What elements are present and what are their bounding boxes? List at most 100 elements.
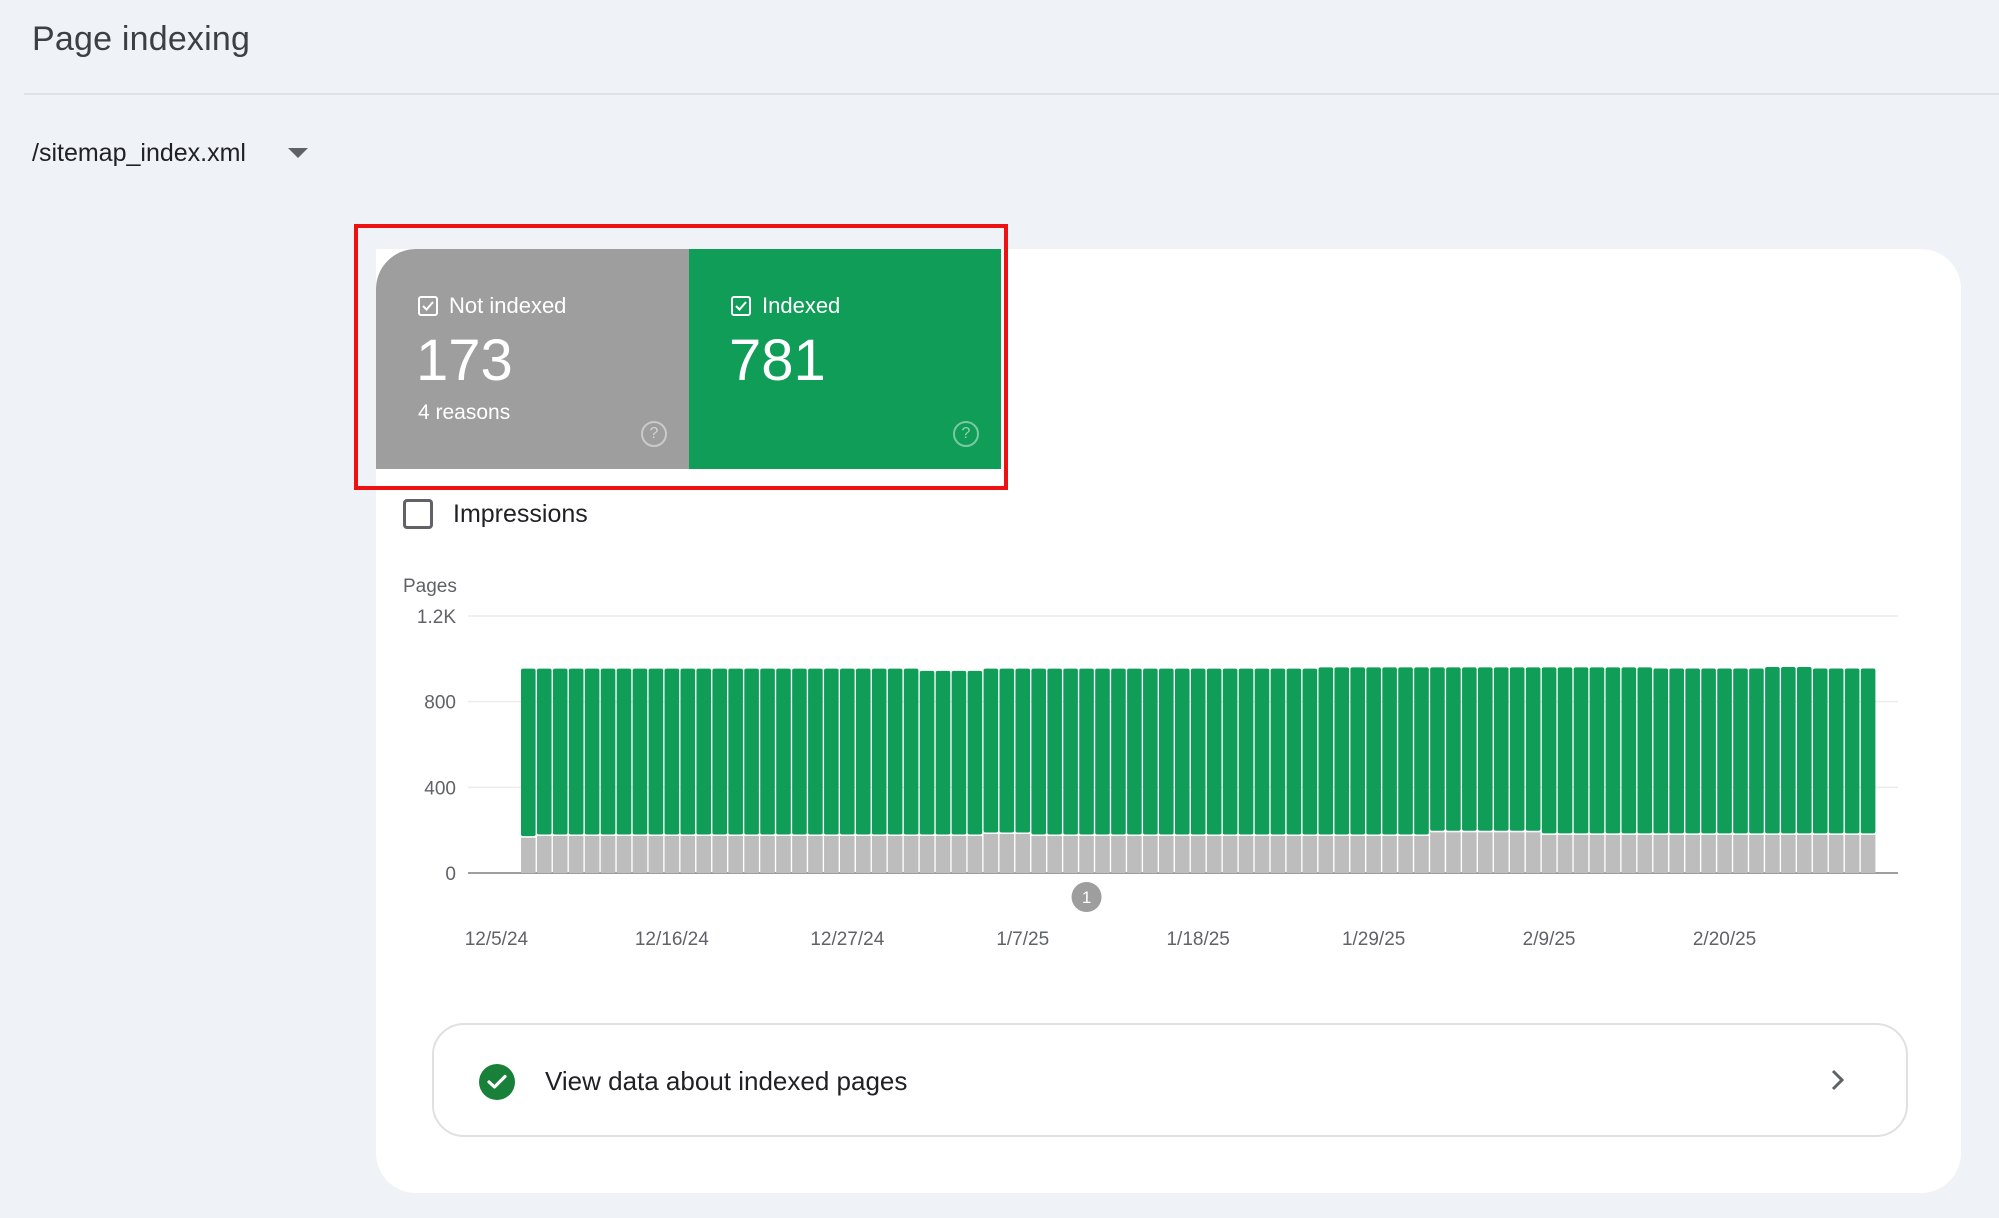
bar-indexed[interactable] [1797, 666, 1812, 834]
bar-indexed[interactable] [1174, 668, 1190, 835]
bar-not-indexed[interactable] [1525, 832, 1541, 873]
bar-not-indexed[interactable] [1063, 835, 1078, 873]
bar-indexed[interactable] [1589, 667, 1605, 834]
bar-indexed[interactable] [983, 668, 999, 833]
bar-not-indexed[interactable] [1573, 834, 1589, 873]
bar-indexed[interactable] [1781, 666, 1796, 834]
bar-indexed[interactable] [887, 668, 903, 835]
bar-indexed[interactable] [600, 668, 616, 835]
not-indexed-tile[interactable]: Not indexed 173 4 reasons ? [376, 249, 689, 469]
bar-not-indexed[interactable] [536, 835, 552, 873]
bar-indexed[interactable] [1430, 667, 1445, 831]
bar-indexed[interactable] [632, 668, 648, 835]
bar-not-indexed[interactable] [999, 834, 1015, 873]
bar-not-indexed[interactable] [1669, 834, 1684, 873]
bar-not-indexed[interactable] [1781, 834, 1796, 873]
bar-not-indexed[interactable] [1270, 835, 1286, 873]
bar-not-indexed[interactable] [1462, 832, 1477, 873]
bar-not-indexed[interactable] [760, 835, 775, 873]
bar-indexed[interactable] [1733, 668, 1748, 834]
bar-indexed[interactable] [1238, 668, 1254, 835]
bar-not-indexed[interactable] [664, 835, 680, 873]
bar-indexed[interactable] [999, 668, 1015, 833]
bar-not-indexed[interactable] [616, 835, 632, 873]
bar-not-indexed[interactable] [1621, 834, 1637, 873]
bar-indexed[interactable] [1844, 668, 1860, 834]
bar-indexed[interactable] [1509, 667, 1525, 831]
bar-not-indexed[interactable] [1541, 834, 1557, 873]
bar-indexed[interactable] [1717, 668, 1732, 834]
bar-not-indexed[interactable] [1095, 835, 1110, 873]
bar-indexed[interactable] [1063, 668, 1078, 835]
bar-not-indexed[interactable] [1286, 835, 1302, 873]
bar-not-indexed[interactable] [1717, 834, 1732, 873]
bar-indexed[interactable] [808, 668, 823, 835]
bar-not-indexed[interactable] [584, 835, 600, 873]
bar-indexed[interactable] [1159, 668, 1174, 835]
bar-indexed[interactable] [568, 668, 584, 835]
bar-indexed[interactable] [584, 668, 600, 835]
bar-not-indexed[interactable] [840, 835, 855, 873]
bar-not-indexed[interactable] [919, 835, 935, 873]
bar-not-indexed[interactable] [1812, 834, 1828, 873]
bar-indexed[interactable] [1127, 668, 1142, 835]
bar-not-indexed[interactable] [1653, 834, 1669, 873]
bar-not-indexed[interactable] [808, 835, 823, 873]
checkbox-checked-icon[interactable] [731, 296, 751, 316]
bar-not-indexed[interactable] [1079, 835, 1094, 873]
bar-indexed[interactable] [1254, 668, 1270, 835]
annotation-marker[interactable]: 1 [1071, 882, 1102, 912]
bar-indexed[interactable] [1765, 666, 1780, 834]
bar-not-indexed[interactable] [696, 835, 712, 873]
bar-not-indexed[interactable] [1127, 835, 1142, 873]
bar-indexed[interactable] [1382, 667, 1397, 835]
help-icon[interactable]: ? [641, 421, 667, 447]
bar-not-indexed[interactable] [1254, 835, 1270, 873]
bar-indexed[interactable] [1286, 668, 1302, 835]
view-indexed-pages-link[interactable]: View data about indexed pages [432, 1023, 1908, 1137]
bar-indexed[interactable] [712, 668, 727, 835]
bar-not-indexed[interactable] [1143, 835, 1158, 873]
bar-not-indexed[interactable] [1701, 834, 1716, 873]
bar-indexed[interactable] [1350, 667, 1365, 835]
indexed-tile[interactable]: Indexed 781 ? [689, 249, 1001, 469]
bar-indexed[interactable] [1446, 667, 1461, 831]
bar-not-indexed[interactable] [1685, 834, 1700, 873]
bar-indexed[interactable] [1621, 667, 1637, 834]
bar-not-indexed[interactable] [1318, 835, 1334, 873]
bar-indexed[interactable] [1462, 667, 1477, 831]
sitemap-dropdown[interactable]: /sitemap_index.xml [32, 136, 308, 170]
bar-indexed[interactable] [1047, 668, 1062, 835]
bar-not-indexed[interactable] [1174, 835, 1190, 873]
bar-indexed[interactable] [616, 668, 632, 835]
bar-indexed[interactable] [935, 670, 951, 835]
bar-not-indexed[interactable] [1493, 832, 1509, 873]
bar-indexed[interactable] [792, 668, 807, 835]
bar-not-indexed[interactable] [1589, 834, 1605, 873]
bar-indexed[interactable] [648, 668, 664, 835]
bar-not-indexed[interactable] [632, 835, 648, 873]
bar-not-indexed[interactable] [983, 834, 999, 873]
bar-indexed[interactable] [1095, 668, 1110, 835]
bar-not-indexed[interactable] [1749, 834, 1764, 873]
bar-not-indexed[interactable] [744, 835, 759, 873]
bar-indexed[interactable] [824, 668, 839, 835]
bar-indexed[interactable] [1031, 668, 1046, 835]
bar-not-indexed[interactable] [1334, 835, 1350, 873]
bar-not-indexed[interactable] [680, 835, 696, 873]
bar-indexed[interactable] [1478, 667, 1493, 831]
bar-not-indexed[interactable] [1366, 835, 1381, 873]
bar-indexed[interactable] [1669, 668, 1684, 834]
bar-not-indexed[interactable] [1302, 835, 1318, 873]
bar-not-indexed[interactable] [967, 835, 983, 873]
bar-not-indexed[interactable] [776, 835, 791, 873]
bar-indexed[interactable] [951, 670, 967, 835]
bar-not-indexed[interactable] [1015, 834, 1031, 873]
bar-indexed[interactable] [1685, 668, 1700, 834]
bar-not-indexed[interactable] [1478, 832, 1493, 873]
bar-indexed[interactable] [1557, 667, 1573, 834]
bar-indexed[interactable] [552, 668, 568, 835]
bar-not-indexed[interactable] [1398, 835, 1413, 873]
bar-indexed[interactable] [1206, 668, 1222, 835]
bar-indexed[interactable] [871, 668, 887, 835]
